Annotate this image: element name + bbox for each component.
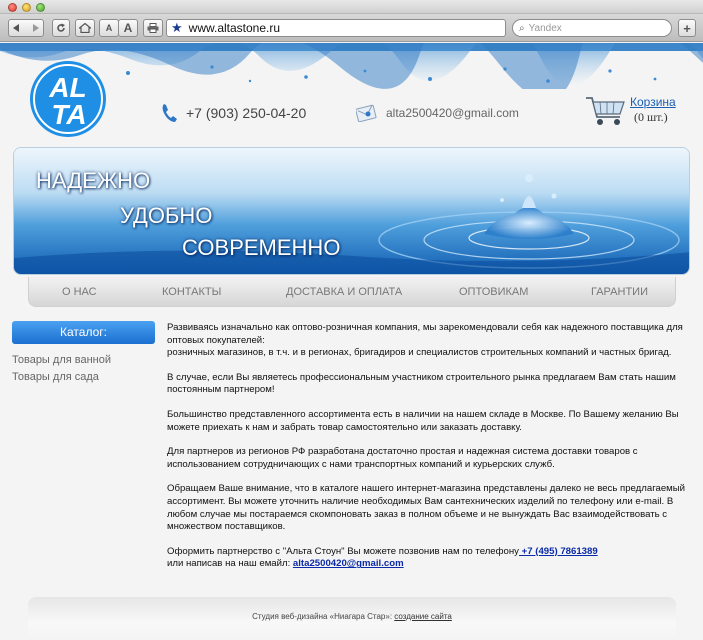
nav-item-about[interactable]: О НАС xyxy=(62,286,97,298)
email-address[interactable]: alta2500420@gmail.com xyxy=(386,106,519,120)
cart-link[interactable]: Корзина xyxy=(630,95,676,109)
partnership-text: Оформить партнерство с "Альта Стоун" Вы … xyxy=(167,545,519,557)
footer: Студия веб-дизайна «Ниагара Стар»: созда… xyxy=(28,597,676,640)
nav-item-guarantee[interactable]: ГАРАНТИИ xyxy=(591,286,648,298)
alta-logo[interactable]: AL TA xyxy=(29,60,107,138)
print-button[interactable] xyxy=(143,19,163,37)
larger-font-button[interactable]: A xyxy=(118,19,138,37)
partnership-email-link[interactable]: alta2500420@gmail.com xyxy=(293,558,404,569)
footer-studio-text: Студия веб-дизайна «Ниагара Стар»: xyxy=(252,612,395,621)
search-bar[interactable]: ⌕ Yandex xyxy=(512,19,672,37)
new-tab-button[interactable]: + xyxy=(678,19,696,37)
back-forward-button[interactable] xyxy=(8,19,44,37)
footer-link[interactable]: создание сайта xyxy=(394,612,452,621)
browser-toolbar: A A ★ www.altastone.ru ⌕ Yandex + xyxy=(0,14,703,42)
paragraph-1: Развиваясь изначально как оптово-розничн… xyxy=(167,322,692,360)
sidebar-item-garden[interactable]: Товары для сада xyxy=(12,371,99,383)
minimize-window-button[interactable] xyxy=(22,3,31,12)
phone-icon xyxy=(162,104,177,122)
search-placeholder: Yandex xyxy=(528,22,562,34)
web-page: AL TA +7 (903) 250-04-20 alta2500420@gma… xyxy=(0,43,703,640)
paragraph-1-intro: Развиваясь изначально как оптово-розничн… xyxy=(167,322,683,346)
paragraph-2: В случае, если Вы являетесь профессионал… xyxy=(167,371,676,396)
partnership-phone-link[interactable]: +7 (495) 7861389 xyxy=(519,546,598,557)
nav-item-contacts[interactable]: КОНТАКТЫ xyxy=(162,286,221,298)
banner-word-2: УДОБНО xyxy=(120,203,213,228)
phone-number[interactable]: +7 (903) 250-04-20 xyxy=(186,105,306,121)
zoom-window-button[interactable] xyxy=(36,3,45,12)
printer-icon xyxy=(147,23,159,33)
svg-text:TA: TA xyxy=(51,99,86,130)
shopping-cart-icon[interactable] xyxy=(584,95,628,129)
email-icon xyxy=(356,104,377,122)
paragraph-4: Для партнеров из регионов РФ разработана… xyxy=(167,446,638,470)
header-phone: +7 (903) 250-04-20 xyxy=(160,101,306,125)
sidebar-item-bath[interactable]: Товары для ванной xyxy=(12,354,111,366)
cart-count: (0 шт.) xyxy=(634,110,668,124)
paragraph-6: Оформить партнерство с "Альта Стоун" Вы … xyxy=(167,546,692,571)
address-text: www.altastone.ru xyxy=(188,21,281,35)
bookmark-star-icon[interactable]: ★ xyxy=(171,20,183,36)
paragraph-5: Обращаем Ваше внимание, что в каталоге н… xyxy=(167,483,686,533)
search-icon: ⌕ xyxy=(519,22,525,34)
footer-credit: Студия веб-дизайна «Ниагара Стар»: созда… xyxy=(28,612,676,621)
smaller-font-button[interactable]: A xyxy=(99,19,119,37)
hero-banner: НАДЕЖНО УДОБНО СОВРЕМЕННО xyxy=(13,147,690,275)
nav-item-wholesale[interactable]: ОПТОВИКАМ xyxy=(459,286,528,298)
banner-word-1: НАДЕЖНО xyxy=(36,168,151,193)
paragraph-1-rest: розничных магазинов, в т.ч. и в регионах… xyxy=(167,347,672,359)
close-window-button[interactable] xyxy=(8,3,17,12)
catalog-heading: Каталог: xyxy=(12,321,155,344)
partnership-email-text: или написав на наш емайл: xyxy=(167,558,293,570)
reload-button[interactable] xyxy=(52,19,70,37)
main-content: Развиваясь изначально как оптово-розничн… xyxy=(167,322,692,583)
banner-word-3: СОВРЕМЕННО xyxy=(182,235,341,260)
address-bar[interactable]: ★ www.altastone.ru xyxy=(166,19,506,37)
browser-titlebar xyxy=(0,0,703,14)
main-nav: О НАС КОНТАКТЫ ДОСТАВКА И ОПЛАТА ОПТОВИК… xyxy=(28,277,676,307)
header-email: alta2500420@gmail.com xyxy=(356,101,519,125)
home-button[interactable] xyxy=(75,19,95,37)
reload-icon xyxy=(57,23,65,32)
home-icon xyxy=(79,23,91,33)
nav-item-delivery[interactable]: ДОСТАВКА И ОПЛАТА xyxy=(286,286,402,298)
back-forward-icon xyxy=(13,24,39,32)
paragraph-3: Большинство представленного ассортимента… xyxy=(167,408,679,433)
